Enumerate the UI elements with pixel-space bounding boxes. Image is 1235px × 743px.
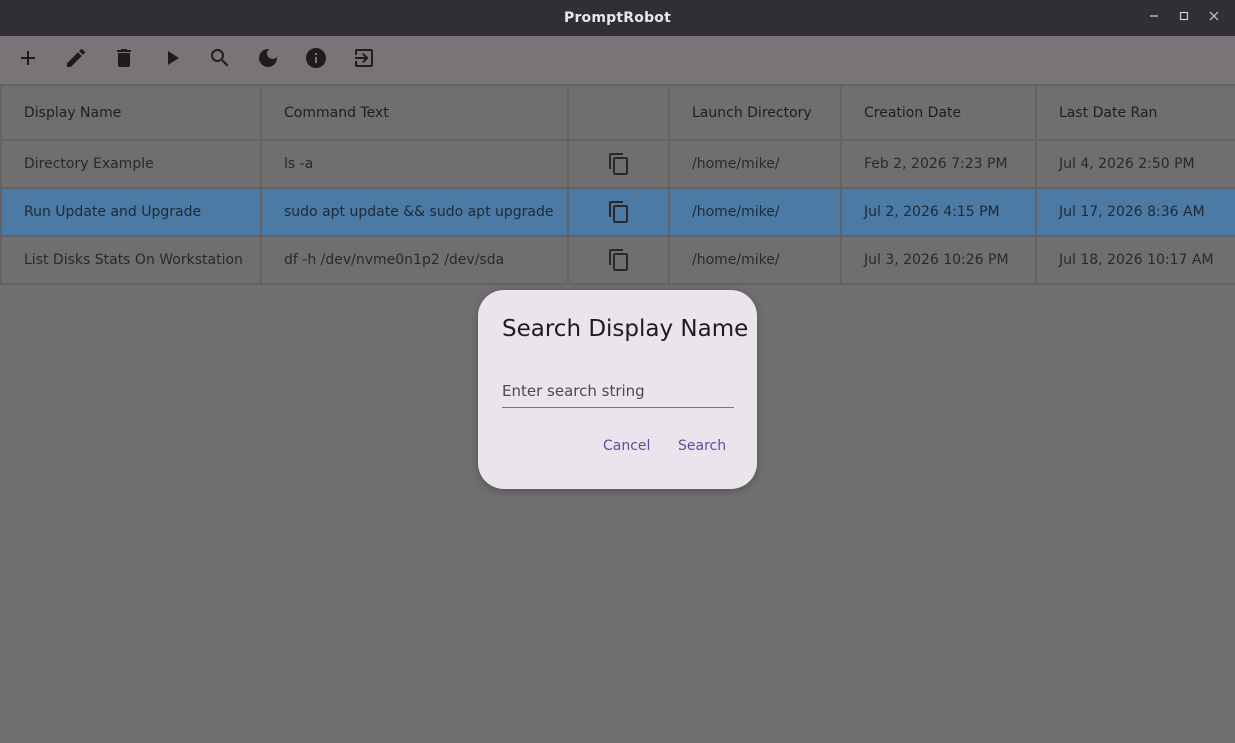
window-title: PromptRobot (563, 10, 671, 26)
minimize-button[interactable] (1139, 3, 1169, 33)
table-header-row: Display Name Command Text Launch Directo… (0, 84, 1235, 141)
cell-launch-directory: /home/mike/ (668, 235, 842, 285)
search-dialog: Search Display Name Cancel Search (478, 290, 757, 489)
cell-command-text: sudo apt update && sudo apt upgrade (260, 187, 569, 237)
dark-mode-icon (256, 46, 280, 74)
cell-creation-date: Jul 2, 2026 4:15 PM (840, 187, 1037, 237)
column-header-last-date-ran[interactable]: Last Date Ran (1035, 84, 1235, 141)
edit-icon (64, 46, 88, 74)
cell-copy (567, 187, 670, 237)
cell-command-text: df -h /dev/nvme0n1p2 /dev/sda (260, 235, 569, 285)
exit-icon (352, 46, 376, 74)
search-input[interactable] (502, 374, 734, 408)
cell-last-date-ran: Jul 18, 2026 10:17 AM (1035, 235, 1235, 285)
close-button[interactable] (1199, 3, 1229, 33)
search-icon (208, 46, 232, 74)
exit-button[interactable] (340, 36, 388, 84)
search-confirm-button[interactable]: Search (678, 438, 726, 454)
maximize-icon (1178, 10, 1190, 26)
cell-last-date-ran: Jul 4, 2026 2:50 PM (1035, 139, 1235, 189)
delete-icon (112, 46, 136, 74)
cell-launch-directory: /home/mike/ (668, 187, 842, 237)
table-row[interactable]: List Disks Stats On Workstation df -h /d… (0, 235, 1235, 285)
cell-creation-date: Jul 3, 2026 10:26 PM (840, 235, 1037, 285)
column-header-command-text[interactable]: Command Text (260, 84, 569, 141)
title-bar: PromptRobot (0, 0, 1235, 36)
delete-button[interactable] (100, 36, 148, 84)
cell-copy (567, 235, 670, 285)
maximize-button[interactable] (1169, 3, 1199, 33)
cell-last-date-ran: Jul 17, 2026 8:36 AM (1035, 187, 1235, 237)
copy-icon[interactable] (607, 200, 631, 224)
app-window: PromptRobot Display Name Command Text La… (0, 0, 1235, 743)
cell-display-name: Directory Example (0, 139, 262, 189)
info-button[interactable] (292, 36, 340, 84)
add-button[interactable] (4, 36, 52, 84)
dialog-title: Search Display Name (502, 316, 749, 342)
search-button[interactable] (196, 36, 244, 84)
column-header-launch-directory[interactable]: Launch Directory (668, 84, 842, 141)
run-icon (160, 46, 184, 74)
run-button[interactable] (148, 36, 196, 84)
cell-display-name: Run Update and Upgrade (0, 187, 262, 237)
add-icon (16, 46, 40, 74)
window-controls (1139, 0, 1229, 36)
edit-button[interactable] (52, 36, 100, 84)
table-row[interactable]: Directory Example ls -a /home/mike/ Feb … (0, 139, 1235, 189)
commands-table: Display Name Command Text Launch Directo… (0, 84, 1235, 285)
cell-command-text: ls -a (260, 139, 569, 189)
toolbar (0, 36, 1235, 84)
cell-display-name: List Disks Stats On Workstation (0, 235, 262, 285)
cancel-button[interactable]: Cancel (603, 438, 650, 454)
table-row-selected[interactable]: Run Update and Upgrade sudo apt update &… (0, 187, 1235, 237)
cell-launch-directory: /home/mike/ (668, 139, 842, 189)
column-header-copy (567, 84, 670, 141)
cell-creation-date: Feb 2, 2026 7:23 PM (840, 139, 1037, 189)
minimize-icon (1148, 10, 1160, 26)
dark-mode-button[interactable] (244, 36, 292, 84)
close-icon (1208, 10, 1220, 26)
cell-copy (567, 139, 670, 189)
info-icon (304, 46, 328, 74)
copy-icon[interactable] (607, 152, 631, 176)
column-header-creation-date[interactable]: Creation Date (840, 84, 1037, 141)
column-header-display-name[interactable]: Display Name (0, 84, 262, 141)
copy-icon[interactable] (607, 248, 631, 272)
